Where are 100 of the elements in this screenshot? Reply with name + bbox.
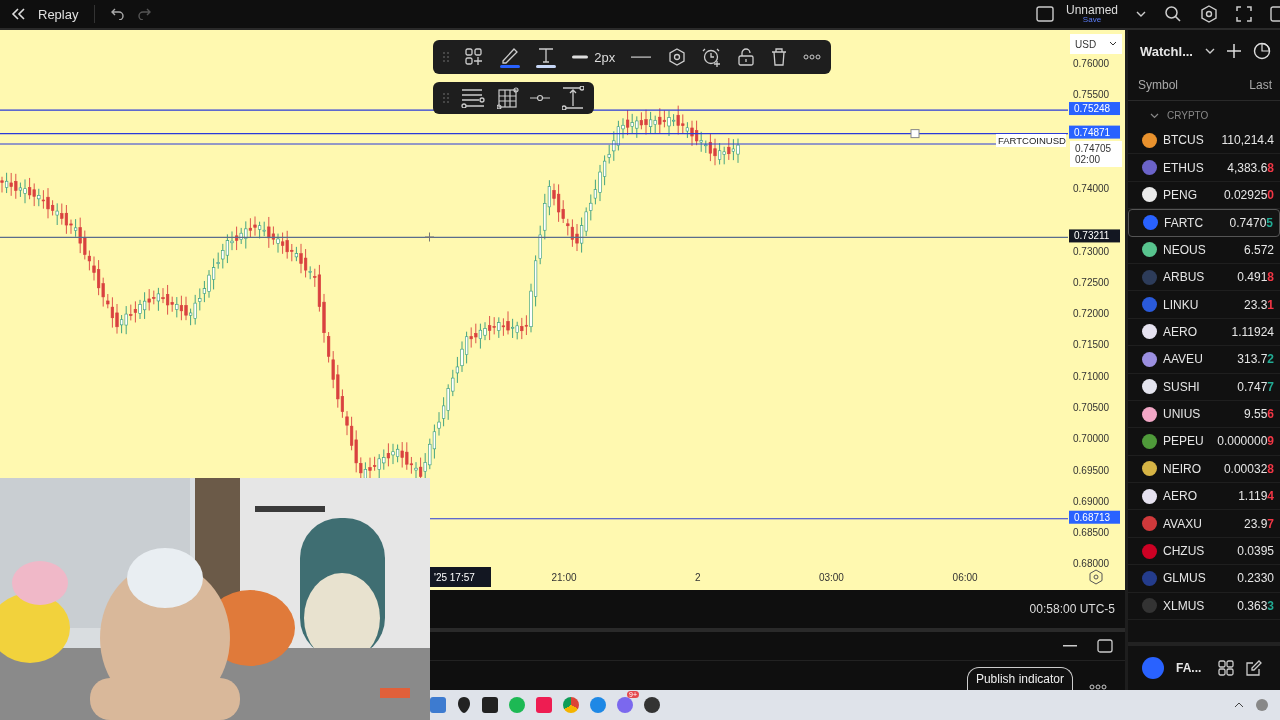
edit-icon[interactable] (1246, 660, 1262, 676)
watchlist-row[interactable]: SUSHI 0.7477 (1128, 373, 1280, 401)
more-icon[interactable] (1089, 684, 1107, 690)
time-label: 06:00 (952, 572, 978, 583)
last-price: 4,383.68 (1227, 160, 1274, 175)
ray-icon[interactable] (530, 94, 551, 102)
price-tick: 0.76000 (1073, 58, 1110, 69)
save-link[interactable]: Save (1082, 16, 1102, 24)
maximize-icon[interactable] (1097, 639, 1113, 653)
watchlist-row[interactable]: FARTC 0.74705 (1128, 209, 1280, 237)
minimize-icon[interactable] (1063, 644, 1077, 648)
plus-icon[interactable] (1226, 44, 1241, 58)
last-price: 0.7477 (1237, 379, 1274, 394)
search-icon[interactable] (1164, 5, 1182, 23)
column-header[interactable]: Symbol (1138, 78, 1178, 92)
layout-icon[interactable] (1035, 6, 1054, 22)
symbol-text: PEPEU (1163, 434, 1203, 449)
watchlist-row[interactable]: AERO 1.11924 (1128, 318, 1280, 347)
line-handle[interactable] (910, 129, 920, 139)
pie-chart-icon[interactable] (1252, 42, 1271, 60)
currency-select[interactable]: USD (1070, 34, 1122, 54)
chevron-icon[interactable] (1150, 112, 1159, 119)
settings-icon[interactable] (667, 48, 686, 66)
column-header[interactable]: Last (1249, 78, 1272, 92)
tray-icon[interactable] (1256, 699, 1268, 711)
last-price: 0.4918 (1237, 270, 1274, 285)
drag-handle-icon[interactable] (443, 51, 449, 63)
horizontal-line[interactable] (0, 133, 1069, 135)
watchlist-row[interactable]: ETHUS 4,383.68 (1128, 154, 1280, 182)
watchlist-row[interactable]: GLMUS 0.2330 (1128, 565, 1280, 593)
last-price: 23.97 (1243, 516, 1274, 531)
caret-icon[interactable] (1234, 702, 1244, 708)
symbol-text: GLMUS (1163, 571, 1203, 586)
symbol-text: SUSHI (1163, 379, 1201, 394)
horizontal-lines-icon[interactable] (460, 88, 485, 108)
symbol-logo-icon[interactable] (1142, 657, 1164, 679)
layout-name[interactable]: Unnamed (1065, 4, 1118, 16)
watchlist-row[interactable]: AVAXU 23.97 (1128, 510, 1280, 538)
watchlist-row[interactable]: NEOUS 6.572 (1128, 236, 1280, 264)
line-width-value[interactable]: 2px (594, 49, 616, 65)
pencil-icon[interactable] (499, 46, 520, 68)
symbol-text: UNIUS (1163, 407, 1202, 422)
last-price: 0.2330 (1237, 571, 1274, 586)
app-icon[interactable] (644, 697, 660, 713)
symbol-text: NEIRO (1163, 461, 1202, 476)
line-width-icon[interactable] (572, 55, 589, 59)
price-tick: 0.75500 (1073, 89, 1110, 101)
watchlist-row[interactable]: LINKU 23.31 (1128, 291, 1280, 319)
watchlist-row[interactable]: AAVEU 313.72 (1128, 346, 1280, 374)
watchlist-row[interactable]: BTCUS 110,214.4 (1128, 127, 1280, 155)
more-icon[interactable] (802, 54, 821, 60)
last-price: 0.0395 (1237, 544, 1274, 559)
last-price: 1.11924 (1231, 324, 1274, 339)
watchlist-row[interactable]: NEIRO 0.000328 (1128, 455, 1280, 484)
templates-icon[interactable] (465, 48, 484, 66)
timezone-label[interactable]: 00:58:00 UTC-5 (1029, 602, 1115, 616)
countdown: 02:00 (1075, 154, 1101, 165)
last-price: 6.572 (1243, 242, 1274, 257)
time-label: 03:00 (818, 572, 844, 583)
symbol-text: AERO (1163, 324, 1198, 339)
line-style-icon[interactable] (631, 55, 652, 59)
unlock-icon[interactable] (738, 48, 755, 66)
window-icon[interactable] (1270, 6, 1280, 22)
watchlist-row[interactable]: UNIUS 9.556 (1128, 400, 1280, 429)
last-price: 0.74705 (1229, 215, 1273, 230)
rewind-icon (10, 7, 26, 21)
publish-indicator-button[interactable]: Publish indicator (966, 667, 1073, 690)
time-label: 21:00 (551, 572, 577, 583)
grid-icon[interactable] (496, 87, 519, 109)
drag-handle-icon[interactable] (443, 92, 449, 104)
replay-button[interactable]: Replay (38, 6, 79, 22)
last-price: 23.31 (1243, 297, 1274, 312)
last-price: 0.0000009 (1217, 434, 1274, 449)
last-price: 1.1194 (1238, 489, 1274, 504)
watchlist-row[interactable]: CHZUS 0.0395 (1128, 537, 1280, 566)
symbol-text[interactable]: FA... (1176, 661, 1206, 675)
settings-icon[interactable] (1089, 569, 1103, 585)
redo-icon[interactable] (137, 8, 152, 20)
alarm-add-icon[interactable] (702, 47, 723, 67)
price-tick: 0.68000 (1073, 558, 1110, 570)
grid-icon[interactable] (1218, 660, 1234, 676)
chevron-icon[interactable] (1136, 10, 1146, 18)
browser-icon[interactable] (563, 697, 579, 713)
group-label[interactable]: CRYPTO (1167, 110, 1209, 121)
last-price: 110,214.4 (1221, 133, 1274, 148)
undo-icon[interactable] (111, 8, 126, 20)
chat-app-icon[interactable] (617, 697, 633, 713)
time-label: 2 (694, 572, 701, 583)
horizontal-line[interactable] (0, 236, 1069, 238)
price-label: 0.73211 (1069, 229, 1120, 243)
watchlist-row[interactable]: ARBUS 0.4918 (1128, 263, 1280, 292)
chevron-icon[interactable] (1204, 47, 1215, 55)
watchlist-row[interactable]: XLMUS 0.3633 (1128, 592, 1280, 621)
watchlist-row[interactable]: AERO 1.1194 (1128, 483, 1280, 511)
trash-icon[interactable] (770, 48, 787, 66)
watchlist-title[interactable]: Watchl... (1140, 43, 1193, 59)
vertical-range-icon[interactable] (562, 86, 584, 110)
text-color-icon[interactable] (535, 46, 556, 68)
watchlist-row[interactable]: PEPEU 0.0000009 (1128, 428, 1280, 456)
fullscreen-icon[interactable] (1236, 6, 1252, 22)
